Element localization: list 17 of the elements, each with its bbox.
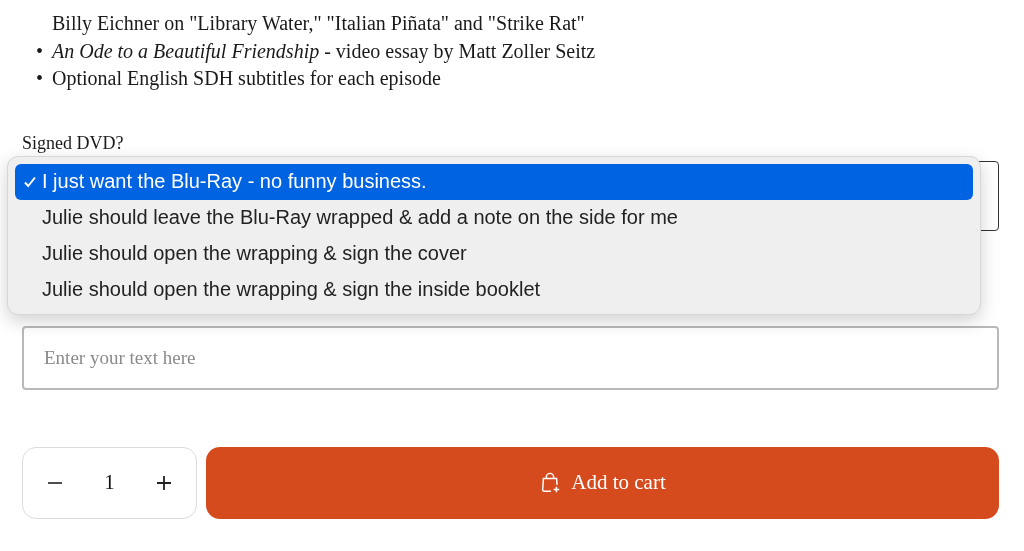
dropdown-option[interactable]: I just want the Blu-Ray - no funny business.	[15, 163, 973, 200]
plus-icon	[156, 474, 172, 491]
quantity-field[interactable]: 1	[87, 469, 132, 496]
add-to-cart-button[interactable]: Add to cart	[206, 446, 999, 519]
input-field[interactable]: Enter your text here	[22, 325, 999, 390]
bullet: •	[36, 67, 43, 89]
check-icon	[23, 174, 37, 189]
feature-text: An Ode to a Beautiful Friendship - video essay by Matt Zoller Seitz	[52, 38, 596, 65]
dropdown-option[interactable]: Julie should leave the Blu-Ray wrapped & add a note on the side for me	[15, 199, 973, 236]
feature-text: Billy Eichner on "Library Water," "Italian Piñata" and "Strike Rat"	[52, 11, 585, 37]
field-label: Signed DVD?	[22, 131, 124, 155]
feature-text: Optional English SDH subtitles for each episode	[52, 66, 441, 92]
dropdown-option[interactable]: Julie should open the wrapping & sign the cover	[15, 235, 973, 272]
minus-icon	[47, 481, 63, 484]
bullet: •	[36, 39, 43, 62]
dropdown-option[interactable]: Julie should open the wrapping & sign the inside booklet	[15, 271, 973, 308]
bag-icon	[539, 471, 562, 494]
